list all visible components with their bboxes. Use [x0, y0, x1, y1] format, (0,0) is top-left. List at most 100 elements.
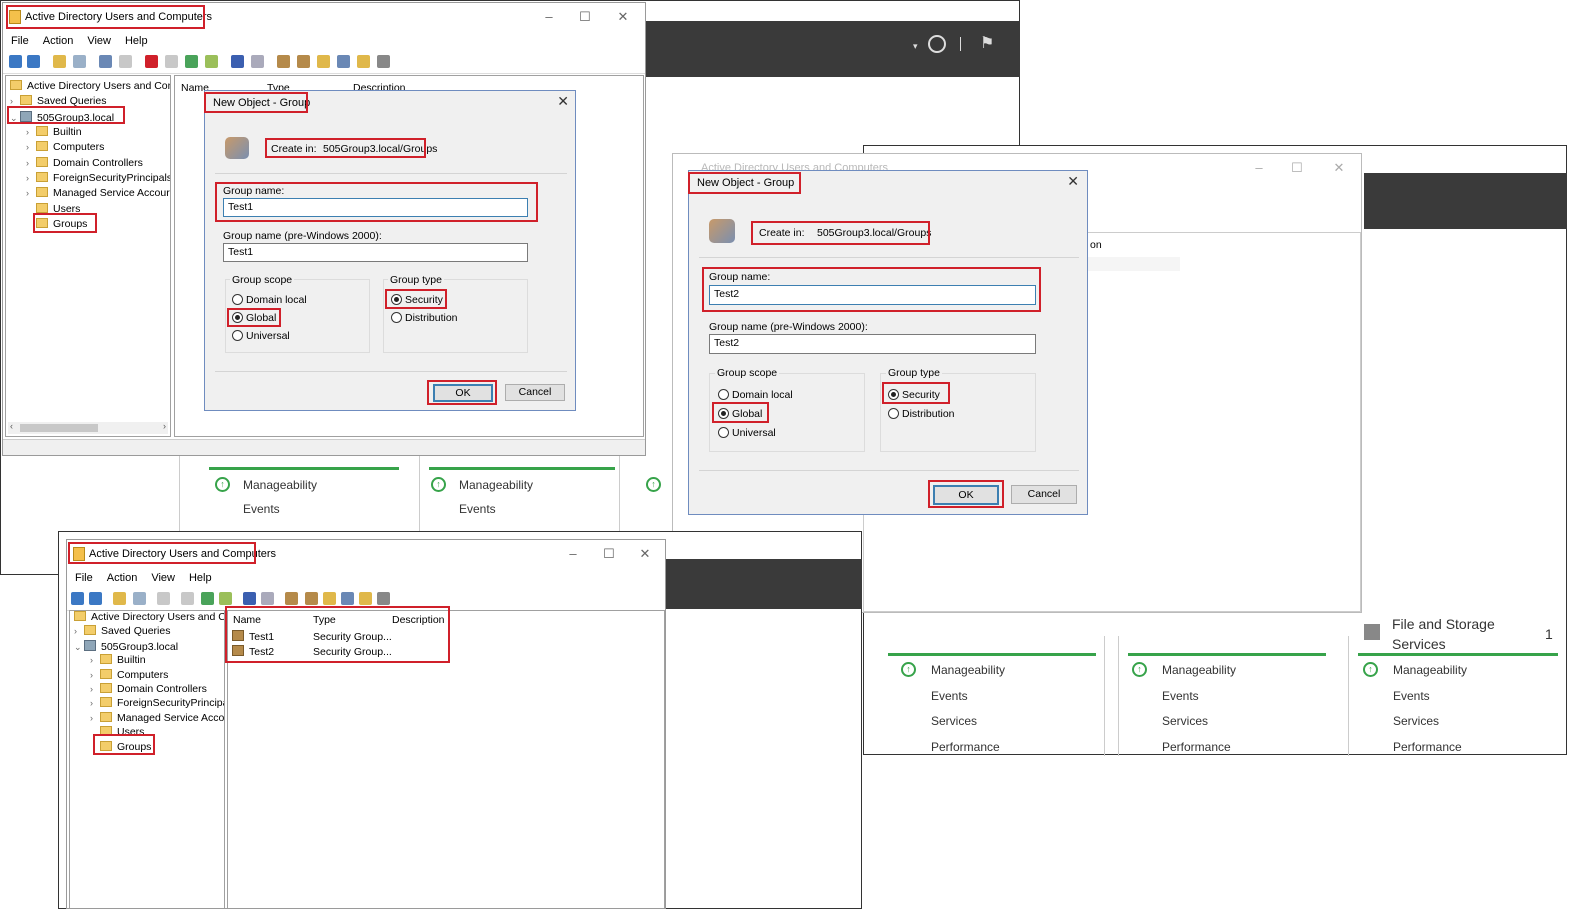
chevron-right-icon[interactable]: › [26, 188, 36, 198]
add-to-group-icon[interactable] [377, 55, 390, 68]
help-icon[interactable] [243, 592, 256, 605]
tile-performance[interactable]: Performance [931, 740, 1000, 754]
menu-view[interactable]: View [79, 33, 117, 47]
new-ou-icon[interactable] [317, 55, 330, 68]
dialog-close-icon[interactable]: ✕ [1067, 173, 1079, 190]
export-icon[interactable] [219, 592, 232, 605]
help-icon[interactable] [231, 55, 244, 68]
chevron-right-icon[interactable]: › [90, 684, 100, 694]
menu-file[interactable]: File [3, 33, 35, 47]
close-button[interactable]: ✕ [609, 7, 637, 27]
type-distribution-radio[interactable]: Distribution [888, 408, 955, 420]
tree-item-saved-queries[interactable]: › Saved Queries [74, 625, 170, 640]
chevron-right-icon[interactable]: › [90, 655, 100, 665]
pre2000-input[interactable]: Test2 [709, 334, 1036, 354]
up-folder-icon[interactable] [53, 55, 66, 68]
find-icon[interactable] [357, 55, 370, 68]
menu-action[interactable]: Action [35, 33, 80, 47]
type-distribution-radio[interactable]: Distribution [391, 312, 458, 324]
back-arrow-icon[interactable] [71, 592, 84, 605]
filter-icon[interactable] [341, 592, 354, 605]
tree-item-managed-service[interactable]: › Managed Service Accour [90, 712, 224, 727]
tile-services[interactable]: Services [1393, 714, 1439, 728]
tree-root[interactable]: Active Directory Users and Com [10, 80, 170, 95]
chevron-right-icon[interactable]: › [74, 626, 84, 636]
maximize-button[interactable]: ☐ [595, 544, 623, 564]
flag-icon[interactable]: ⚑ [980, 33, 994, 53]
minimize-button[interactable]: – [1245, 158, 1273, 178]
tile-manageability[interactable]: Manageability [243, 478, 317, 492]
refresh-icon[interactable] [185, 55, 198, 68]
chevron-right-icon[interactable]: › [26, 173, 36, 183]
new-ou-icon[interactable] [323, 592, 336, 605]
tile-events[interactable]: Events [931, 689, 968, 703]
horizontal-scrollbar[interactable]: ‹ › [8, 421, 168, 434]
tile-manageability[interactable]: Manageability [931, 663, 1005, 677]
minimize-button[interactable]: – [559, 544, 587, 564]
chevron-right-icon[interactable]: › [26, 127, 36, 137]
tile-manageability[interactable]: Manageability [1393, 663, 1467, 677]
forward-arrow-icon[interactable] [27, 55, 40, 68]
tree-item-computers[interactable]: › Computers [90, 669, 168, 684]
show-console-tree-icon[interactable] [133, 592, 146, 605]
chevron-right-icon[interactable]: › [90, 698, 100, 708]
cancel-button[interactable]: Cancel [1011, 485, 1077, 504]
refresh-icon[interactable] [928, 35, 946, 53]
new-user-icon[interactable] [285, 592, 298, 605]
maximize-button[interactable]: ☐ [1283, 158, 1311, 178]
copy-icon[interactable] [119, 55, 132, 68]
tile-events[interactable]: Events [243, 502, 280, 516]
new-user-icon[interactable] [277, 55, 290, 68]
up-folder-icon[interactable] [113, 592, 126, 605]
new-group-icon[interactable] [297, 55, 310, 68]
tree-item-computers[interactable]: › Computers [26, 141, 104, 156]
properties-icon[interactable] [181, 592, 194, 605]
tree-item-foreign-security[interactable]: › ForeignSecurityPrincipals [90, 697, 224, 712]
tree-item-foreign-security[interactable]: › ForeignSecurityPrincipals [26, 172, 170, 187]
file-storage-title[interactable]: File and Storage [1392, 616, 1495, 632]
find-icon[interactable] [359, 592, 372, 605]
copy-icon[interactable] [157, 592, 170, 605]
scope-universal-radio[interactable]: Universal [232, 330, 290, 342]
chevron-right-icon[interactable]: › [90, 670, 100, 680]
menu-help[interactable]: Help [117, 33, 154, 47]
chevron-right-icon[interactable]: › [10, 96, 20, 106]
tree-item-domain[interactable]: ⌄ 505Group3.local [74, 640, 178, 655]
chevron-right-icon[interactable]: › [90, 713, 100, 723]
filter-icon[interactable] [337, 55, 350, 68]
close-button[interactable]: ✕ [1325, 158, 1353, 178]
tile-services[interactable]: Services [1162, 714, 1208, 728]
new-group-icon[interactable] [305, 592, 318, 605]
tile-performance[interactable]: Performance [1393, 740, 1462, 754]
chevron-right-icon[interactable]: › [26, 158, 36, 168]
minimize-button[interactable]: – [535, 7, 563, 27]
tile-events[interactable]: Events [1393, 689, 1430, 703]
scope-domain-local-radio[interactable]: Domain local [232, 294, 307, 306]
file-storage-title-2[interactable]: Services [1392, 636, 1446, 652]
tree-item-builtin[interactable]: › Builtin [26, 126, 82, 141]
forward-arrow-icon[interactable] [89, 592, 102, 605]
tile-events[interactable]: Events [459, 502, 496, 516]
chevron-down-icon[interactable]: ⌄ [74, 642, 84, 653]
chevron-right-icon[interactable]: › [26, 142, 36, 152]
delete-icon[interactable] [145, 55, 158, 68]
tree-item-builtin[interactable]: › Builtin [90, 654, 146, 669]
view-icon[interactable] [251, 55, 264, 68]
menu-action[interactable]: Action [99, 570, 144, 584]
tile-events[interactable]: Events [1162, 689, 1199, 703]
back-arrow-icon[interactable] [9, 55, 22, 68]
tree-item-domain-controllers[interactable]: › Domain Controllers [26, 157, 143, 172]
maximize-button[interactable]: ☐ [571, 7, 599, 27]
tree-item-managed-service[interactable]: › Managed Service Accour [26, 187, 170, 202]
tree-root[interactable]: Active Directory Users and Com [74, 611, 224, 626]
menu-view[interactable]: View [143, 570, 181, 584]
scope-universal-radio[interactable]: Universal [718, 427, 776, 439]
view-icon[interactable] [261, 592, 274, 605]
close-button[interactable]: ✕ [631, 544, 659, 564]
tile-manageability[interactable]: Manageability [1162, 663, 1236, 677]
dropdown-icon[interactable]: ▾ [913, 41, 918, 52]
cut-icon[interactable] [99, 55, 112, 68]
properties-icon[interactable] [165, 55, 178, 68]
cancel-button[interactable]: Cancel [505, 384, 565, 401]
tile-manageability[interactable]: Manageability [459, 478, 533, 492]
